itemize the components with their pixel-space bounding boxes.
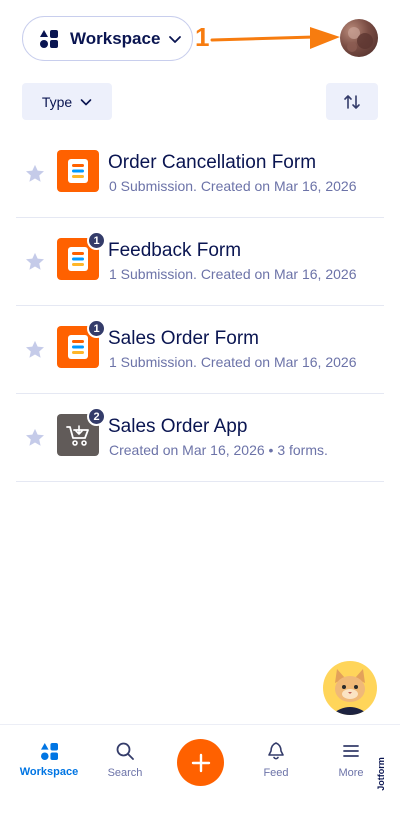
nav-search-label: Search [107,767,143,779]
submission-badge: 1 [87,231,106,250]
sort-button[interactable] [326,83,378,120]
nav-workspace-label: Workspace [19,766,79,778]
jotform-brand-logo: Jotform [376,753,394,803]
star-icon[interactable] [24,339,46,361]
form-icon [57,150,99,192]
plus-icon [191,753,210,772]
forms-count-badge: 2 [87,407,106,426]
form-meta: 1 Submission. Created on Mar 16, 2026 [109,266,357,282]
chevron-down-icon [80,98,92,105]
form-meta: 0 Submission. Created on Mar 16, 2026 [109,178,357,194]
annotation-arrow-icon [210,27,340,49]
workspace-grid-icon [40,743,58,760]
list-item[interactable]: Order Cancellation Form 0 Submission. Cr… [16,130,384,218]
list-item[interactable]: 1 Sales Order Form 1 Submission. Created… [16,306,384,394]
type-filter-button[interactable]: Type [22,83,112,120]
form-title[interactable]: Sales Order Form [108,328,259,350]
avatar-photo-icon [347,27,373,52]
user-avatar[interactable] [340,19,378,57]
toolbar: Type [22,83,378,121]
nav-feed[interactable]: Feed [241,741,311,779]
create-button[interactable] [177,739,224,786]
nav-more-label: More [338,767,364,779]
search-icon [116,742,134,760]
workspace-label: Workspace [70,28,161,48]
star-icon[interactable] [24,163,46,185]
forms-list: Order Cancellation Form 0 Submission. Cr… [16,130,384,482]
submission-badge: 1 [87,319,106,338]
nav-feed-label: Feed [263,767,289,779]
list-item[interactable]: 1 Feedback Form 1 Submission. Created on… [16,218,384,306]
nav-search[interactable]: Search [90,741,160,779]
chevron-down-icon [169,35,182,43]
workspace-grid-icon [40,29,58,48]
star-icon[interactable] [24,251,46,273]
bottom-navigation: Workspace Search Feed More Jotform [0,724,400,816]
list-item[interactable]: 2 Sales Order App Created on Mar 16, 202… [16,394,384,482]
menu-icon [343,745,359,757]
ai-assistant-button[interactable] [323,661,377,715]
star-icon[interactable] [24,427,46,449]
form-title[interactable]: Order Cancellation Form [108,152,316,174]
nav-workspace[interactable]: Workspace [14,741,84,778]
form-meta: 1 Submission. Created on Mar 16, 2026 [109,354,357,370]
header: Workspace 1 [22,16,378,62]
brand-name: Jotform [375,757,386,791]
bell-icon [268,742,284,760]
type-filter-label: Type [41,93,73,110]
app-meta: Created on Mar 16, 2026 • 3 forms. [109,442,328,458]
app-title[interactable]: Sales Order App [108,416,247,438]
cat-avatar-icon [331,669,369,715]
annotation-number: 1 [195,22,210,52]
sort-arrows-icon [344,94,360,109]
form-title[interactable]: Feedback Form [108,240,241,262]
workspace-switcher-button[interactable]: Workspace [22,16,193,61]
